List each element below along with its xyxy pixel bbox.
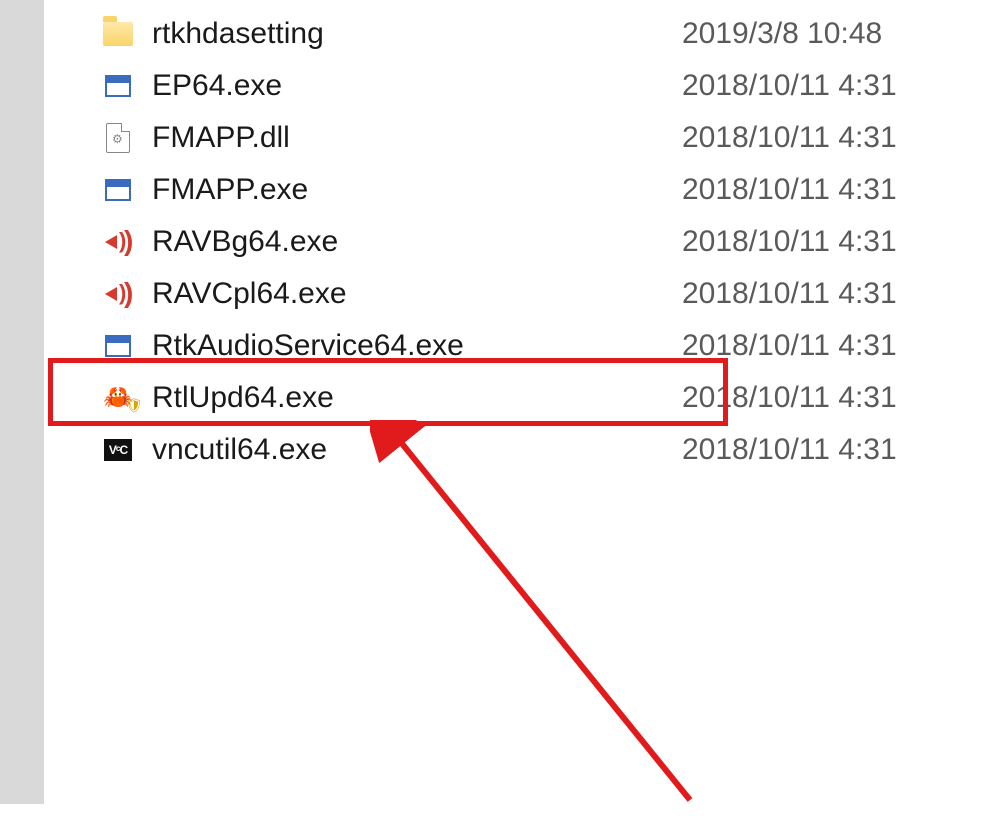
- file-name: RAVBg64.exe: [152, 225, 682, 259]
- file-row[interactable]: EP64.exe 2018/10/11 4:31: [44, 60, 982, 112]
- file-name: EP64.exe: [152, 69, 682, 103]
- file-date: 2018/10/11 4:31: [682, 121, 982, 155]
- application-icon: [98, 75, 138, 97]
- dll-icon: [98, 123, 138, 153]
- speaker-icon: ): [98, 281, 138, 307]
- file-name: rtkhdasetting: [152, 17, 682, 51]
- application-icon: [98, 179, 138, 201]
- vnc-icon: VᶜC: [98, 439, 138, 461]
- file-row[interactable]: VᶜC vncutil64.exe 2018/10/11 4:31: [44, 424, 982, 476]
- file-row[interactable]: rtkhdasetting 2019/3/8 10:48: [44, 8, 982, 60]
- file-date: 2018/10/11 4:31: [682, 277, 982, 311]
- file-row-highlighted[interactable]: 🦀🛡 RtlUpd64.exe 2018/10/11 4:31: [44, 372, 982, 424]
- file-row[interactable]: FMAPP.dll 2018/10/11 4:31: [44, 112, 982, 164]
- application-icon: [98, 335, 138, 357]
- file-date: 2018/10/11 4:31: [682, 433, 982, 467]
- left-gutter: [0, 0, 44, 804]
- file-date: 2018/10/11 4:31: [682, 225, 982, 259]
- file-name: RtlUpd64.exe: [152, 381, 682, 415]
- file-list: rtkhdasetting 2019/3/8 10:48 EP64.exe 20…: [44, 0, 982, 804]
- file-name: RtkAudioService64.exe: [152, 329, 682, 363]
- folder-icon: [98, 22, 138, 46]
- file-name: vncutil64.exe: [152, 433, 682, 467]
- speaker-icon: ): [98, 229, 138, 255]
- file-date: 2019/3/8 10:48: [682, 17, 982, 51]
- file-row[interactable]: ) RAVBg64.exe 2018/10/11 4:31: [44, 216, 982, 268]
- file-name: RAVCpl64.exe: [152, 277, 682, 311]
- file-date: 2018/10/11 4:31: [682, 173, 982, 207]
- file-date: 2018/10/11 4:31: [682, 329, 982, 363]
- file-row[interactable]: RtkAudioService64.exe 2018/10/11 4:31: [44, 320, 982, 372]
- file-name: FMAPP.dll: [152, 121, 682, 155]
- file-date: 2018/10/11 4:31: [682, 381, 982, 415]
- file-row[interactable]: ) RAVCpl64.exe 2018/10/11 4:31: [44, 268, 982, 320]
- file-name: FMAPP.exe: [152, 173, 682, 207]
- file-row[interactable]: FMAPP.exe 2018/10/11 4:31: [44, 164, 982, 216]
- file-date: 2018/10/11 4:31: [682, 69, 982, 103]
- realtek-crab-icon: 🦀🛡: [98, 386, 138, 410]
